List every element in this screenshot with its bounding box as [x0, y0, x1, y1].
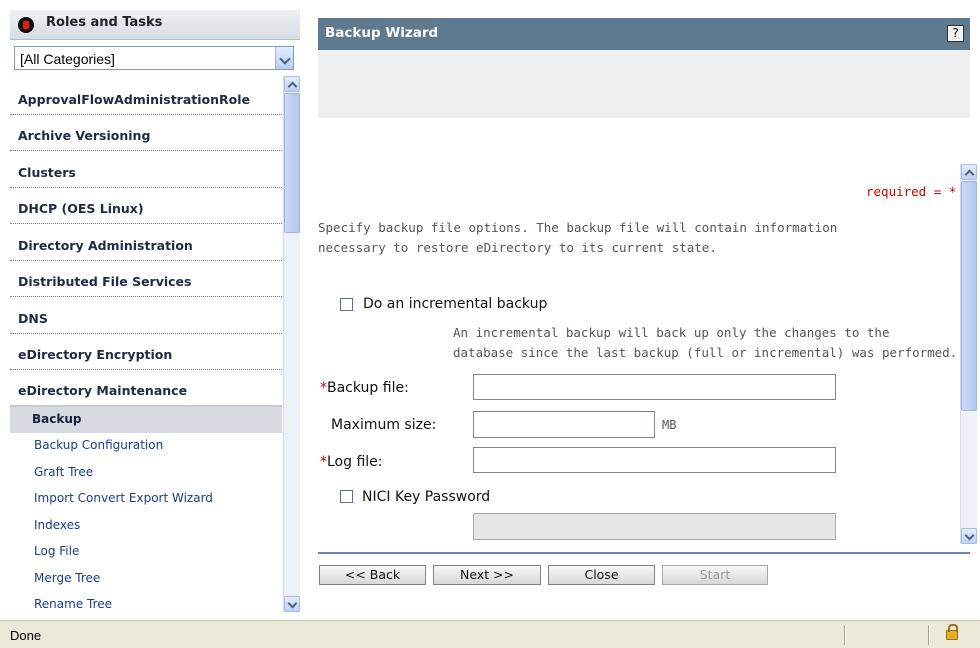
- required-marker: *: [320, 454, 327, 470]
- scrollbar-thumb[interactable]: [284, 93, 300, 233]
- incremental-backup-checkbox[interactable]: [340, 298, 353, 311]
- maximum-size-input[interactable]: [473, 411, 655, 438]
- category-label: DHCP (OES Linux): [18, 201, 144, 216]
- required-marker: *: [320, 380, 327, 396]
- category-label: Clusters: [18, 164, 76, 180]
- help-line: database since the last backup (full or …: [453, 345, 958, 360]
- task-label: Backup: [32, 411, 82, 426]
- task-item-backup[interactable]: Backup: [10, 406, 282, 433]
- category-dropdown-value: [All Categories]: [20, 51, 115, 67]
- log-file-label: *Log file:: [320, 454, 383, 470]
- scroll-up-arrow-icon[interactable]: [284, 76, 300, 92]
- category-label: Distributed File Services: [18, 274, 192, 289]
- scrollbar-thumb[interactable]: [961, 181, 977, 411]
- roles-panel-header: Roles and Tasks: [10, 10, 300, 40]
- category-label: DNS: [18, 310, 48, 326]
- scroll-up-arrow-icon[interactable]: [961, 164, 977, 180]
- task-item[interactable]: Log File: [10, 539, 282, 566]
- backup-file-label: *Backup file:: [320, 380, 409, 396]
- category-item[interactable]: eDirectory Encryption: [10, 334, 282, 370]
- wizard-title: Backup Wizard: [325, 25, 439, 41]
- category-label: Directory Administration: [18, 237, 193, 253]
- category-label: eDirectory Maintenance: [18, 382, 188, 398]
- secure-lock-icon: [946, 624, 958, 640]
- instructions-line: necessary to restore eDirectory to its c…: [318, 240, 717, 255]
- chevron-down-icon[interactable]: [275, 47, 293, 69]
- task-item[interactable]: Graft Tree: [10, 460, 282, 487]
- category-label: Archive Versioning: [18, 128, 151, 143]
- wizard-instructions: Specify backup file options. The backup …: [318, 218, 878, 258]
- button-bar-divider: [318, 552, 970, 554]
- task-label: Merge Tree: [34, 570, 101, 585]
- wizard-content-scrollbar[interactable]: [960, 164, 977, 544]
- task-label: Backup Configuration: [34, 438, 164, 452]
- category-item[interactable]: ApprovalFlowAdministrationRole: [10, 78, 282, 115]
- backup-file-input[interactable]: [473, 374, 836, 400]
- task-item[interactable]: Rename Tree: [10, 592, 282, 618]
- wizard-header-band: [318, 50, 970, 118]
- maximum-size-unit: MB: [662, 418, 677, 432]
- roles-panel-title: Roles and Tasks: [46, 15, 163, 30]
- help-line: An incremental backup will back up only …: [453, 325, 890, 340]
- novell-logo-icon: [18, 17, 34, 33]
- roles-list: ApprovalFlowAdministrationRole Archive V…: [10, 78, 282, 618]
- roles-list-scrollbar[interactable]: [283, 76, 300, 612]
- category-item-edirectory-maintenance[interactable]: eDirectory Maintenance: [10, 370, 282, 407]
- nici-key-password-checkbox[interactable]: [340, 490, 353, 503]
- browser-status-bar: Done: [0, 620, 980, 648]
- wizard-header-bar: Backup Wizard ?: [318, 18, 970, 50]
- task-item[interactable]: Merge Tree: [10, 566, 282, 593]
- incremental-backup-help: An incremental backup will back up only …: [453, 323, 973, 363]
- category-item[interactable]: Archive Versioning: [10, 115, 282, 151]
- category-item[interactable]: Distributed File Services: [10, 261, 282, 297]
- task-label: Graft Tree: [34, 464, 94, 479]
- back-button[interactable]: << Back: [319, 565, 426, 585]
- task-label: Indexes: [34, 517, 81, 532]
- log-file-label-text: Log file:: [327, 454, 383, 470]
- task-label: Import Convert Export Wizard: [34, 491, 213, 505]
- category-item[interactable]: DHCP (OES Linux): [10, 188, 282, 224]
- help-icon[interactable]: ?: [947, 25, 964, 42]
- instructions-line: Specify backup file options. The backup …: [318, 220, 838, 235]
- nici-key-password-label: NICI Key Password: [362, 489, 491, 505]
- next-button[interactable]: Next >>: [433, 565, 541, 585]
- task-item[interactable]: Backup Configuration: [10, 433, 282, 460]
- category-item[interactable]: Directory Administration: [10, 224, 282, 261]
- status-divider: [844, 625, 846, 645]
- task-item[interactable]: Import Convert Export Wizard: [10, 486, 282, 513]
- category-item[interactable]: Clusters: [10, 151, 282, 188]
- scroll-down-arrow-icon[interactable]: [961, 528, 977, 544]
- task-label: Log File: [34, 544, 80, 558]
- status-text: Done: [10, 628, 42, 643]
- scroll-down-arrow-icon[interactable]: [284, 596, 300, 612]
- required-legend: required = *: [866, 184, 957, 199]
- category-label: eDirectory Encryption: [18, 347, 173, 362]
- category-label: ApprovalFlowAdministrationRole: [18, 91, 251, 107]
- maximum-size-label: Maximum size:: [331, 417, 437, 433]
- close-button[interactable]: Close: [548, 565, 655, 585]
- start-button[interactable]: Start: [662, 565, 768, 585]
- incremental-backup-label: Do an incremental backup: [363, 296, 548, 312]
- task-item[interactable]: Indexes: [10, 513, 282, 540]
- roles-and-tasks-panel: Roles and Tasks [All Categories] Approva…: [0, 0, 300, 620]
- nici-key-password-input[interactable]: [473, 513, 836, 540]
- status-divider: [928, 625, 930, 645]
- task-label: Rename Tree: [34, 597, 113, 611]
- category-item[interactable]: DNS: [10, 297, 282, 334]
- backup-file-label-text: Backup file:: [327, 380, 409, 396]
- category-dropdown[interactable]: [All Categories]: [14, 46, 294, 70]
- log-file-input[interactable]: [473, 447, 836, 473]
